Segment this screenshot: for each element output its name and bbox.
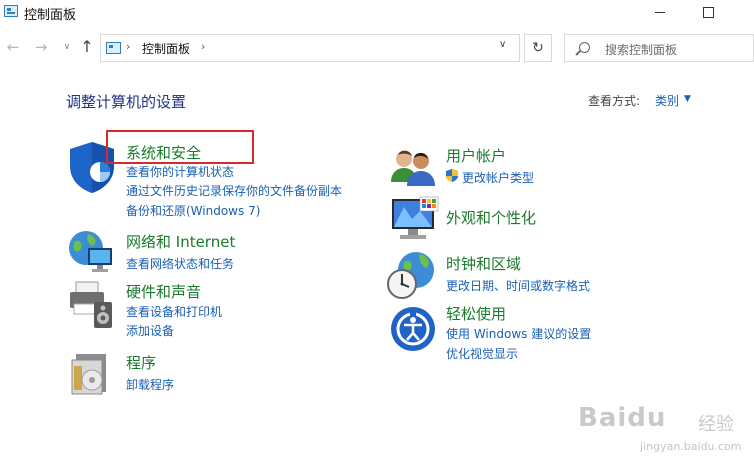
link-uninstall-program[interactable]: 卸载程序 [126, 376, 174, 393]
refresh-button[interactable]: ↻ [524, 34, 552, 62]
users-icon [391, 150, 435, 186]
link-network-status[interactable]: 查看网络状态和任务 [126, 255, 234, 272]
category-clock-region[interactable]: 时钟和区域 [446, 253, 521, 274]
category-programs[interactable]: 程序 [126, 352, 156, 373]
chevron-down-icon[interactable]: ∨ [499, 39, 506, 50]
arrow-right-icon[interactable]: → [32, 38, 50, 56]
search-input[interactable]: 搜索控制面板 [564, 34, 754, 62]
control-panel-icon [4, 5, 18, 17]
link-add-device[interactable]: 添加设备 [126, 322, 174, 339]
chevron-down-icon[interactable]: ∨ [58, 38, 76, 56]
category-network-internet[interactable]: 网络和 Internet [126, 231, 235, 252]
watermark-text: 经验 [698, 414, 734, 435]
accessibility-icon [391, 307, 435, 351]
address-bar[interactable]: › 控制面板 › ∨ [100, 34, 520, 62]
link-file-history[interactable]: 通过文件历史记录保存你的文件备份副本 [126, 182, 342, 199]
page-title: 调整计算机的设置 [66, 93, 187, 111]
maximize-button[interactable] [690, 0, 726, 24]
arrow-left-icon[interactable]: ← [4, 38, 22, 56]
link-change-account-type[interactable]: 更改帐户类型 [462, 169, 534, 186]
programs-icon [71, 354, 106, 395]
minimize-button[interactable] [642, 0, 678, 24]
category-user-accounts[interactable]: 用户帐户 [446, 145, 506, 166]
search-icon [579, 42, 590, 53]
category-system-security[interactable]: 系统和安全 [126, 142, 201, 163]
link-change-date-time-format[interactable]: 更改日期、时间或数字格式 [446, 277, 590, 294]
watermark-logo: Baidu [578, 403, 667, 433]
uac-shield-icon [446, 169, 458, 182]
breadcrumb-separator[interactable]: › [201, 40, 205, 53]
category-appearance-personalization[interactable]: 外观和个性化 [446, 207, 536, 228]
navigation-bar: ← → ∨ ↑ › 控制面板 › ∨ ↻ 搜索控制面板 [0, 32, 754, 64]
link-windows-recommended-settings[interactable]: 使用 Windows 建议的设置 [446, 325, 591, 342]
breadcrumb-separator[interactable]: › [126, 40, 130, 53]
breadcrumb-control-panel[interactable]: 控制面板 [142, 40, 190, 57]
view-by-dropdown[interactable]: 类别 [655, 92, 679, 109]
link-view-computer-status[interactable]: 查看你的计算机状态 [126, 163, 234, 180]
control-panel-icon [106, 42, 121, 54]
refresh-icon: ↻ [532, 40, 544, 56]
arrow-up-icon[interactable]: ↑ [78, 38, 96, 56]
printer-icon [70, 281, 112, 328]
link-backup-restore[interactable]: 备份和还原(Windows 7) [126, 202, 260, 219]
view-by-label: 查看方式: [588, 94, 641, 108]
link-optimize-visual-display[interactable]: 优化视觉显示 [446, 345, 518, 362]
chevron-down-icon[interactable]: ▼ [684, 94, 691, 104]
title-bar: 控制面板 [0, 0, 754, 26]
watermark-url: jingyan.baidu.com [640, 440, 742, 453]
window-title: 控制面板 [24, 8, 77, 23]
network-icon [69, 231, 112, 272]
display-icon [392, 196, 439, 239]
category-hardware-sound[interactable]: 硬件和声音 [126, 281, 201, 302]
category-ease-of-access[interactable]: 轻松使用 [446, 303, 506, 324]
link-devices-printers[interactable]: 查看设备和打印机 [126, 303, 222, 320]
search-placeholder: 搜索控制面板 [605, 43, 678, 57]
clock-globe-icon [387, 252, 434, 299]
